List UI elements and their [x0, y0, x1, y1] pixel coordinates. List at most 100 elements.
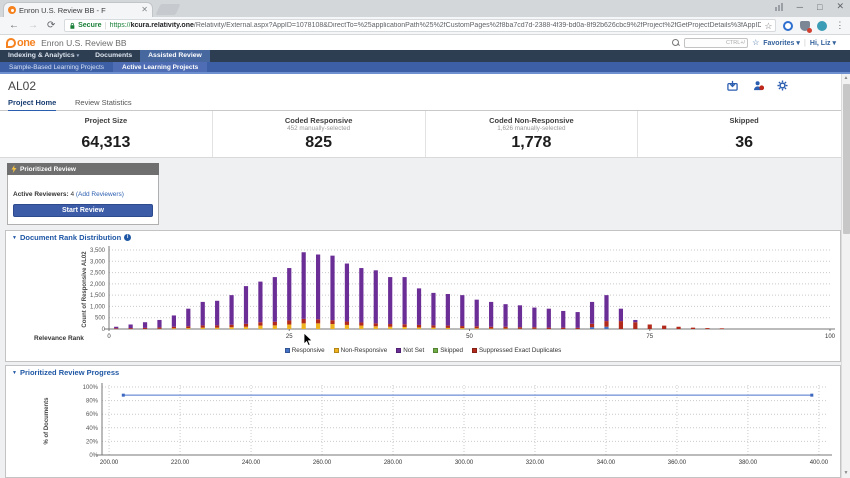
bar-segment-suppressed — [244, 324, 248, 327]
legend-swatch — [334, 348, 339, 353]
search-icon[interactable] — [672, 39, 680, 47]
tab-review-statistics[interactable]: Review Statistics — [75, 98, 132, 110]
workspace-title: Enron U.S. Review BB — [41, 38, 127, 48]
bar-segment-non_responsive — [273, 325, 277, 329]
browser-tab[interactable]: Enron U.S. Review BB - F ✕ — [3, 2, 153, 17]
info-icon[interactable]: i — [124, 234, 131, 241]
rank-distribution-section: ▼ Document Rank Distribution i 05001,000… — [5, 230, 841, 362]
bar-segment-not_set — [215, 301, 219, 326]
window-close-button[interactable]: ✕ — [836, 1, 844, 12]
bar-segment-not_set — [273, 277, 277, 322]
settings-gear-icon[interactable] — [777, 80, 788, 91]
bar-segment-suppressed — [561, 328, 565, 329]
window-minimize-button[interactable]: ─ — [797, 2, 803, 12]
window-maximize-button[interactable]: □ — [817, 2, 822, 12]
address-bar[interactable]: Secure | https://kcura.relativity.one/Re… — [64, 19, 776, 32]
legend-label: Responsive — [292, 347, 325, 354]
nav-indexing-analytics[interactable]: Indexing & Analytics▾ — [0, 50, 87, 62]
bar-segment-suppressed — [114, 328, 118, 329]
user-menu[interactable]: Hi, Liz ▾ — [810, 39, 836, 47]
extension-globe-icon[interactable] — [817, 21, 827, 31]
tab-close-icon[interactable]: ✕ — [141, 6, 148, 14]
bar-segment-non_responsive — [302, 323, 306, 329]
y-tick-label: 1,000 — [90, 304, 106, 310]
extension-shield-icon[interactable] — [800, 21, 810, 31]
bar-segment-non_responsive — [431, 328, 435, 329]
bar-segment-not_set — [547, 309, 551, 328]
forward-button[interactable]: → — [28, 21, 38, 31]
bar-segment-not_set — [345, 264, 349, 322]
extension-ring-icon[interactable] — [783, 21, 793, 31]
review-progress-header[interactable]: ▼ Prioritized Review Progress — [6, 366, 840, 377]
legend-swatch — [396, 348, 401, 353]
scroll-down-icon[interactable]: ▼ — [842, 469, 850, 478]
bar-segment-not_set — [403, 277, 407, 324]
bar-segment-not_set — [316, 255, 320, 320]
subnav-active-learning[interactable]: Active Learning Projects — [113, 62, 207, 72]
bar-segment-not_set — [114, 327, 118, 329]
legend-label: Non-Responsive — [341, 347, 388, 354]
x-tick-label: 240.00 — [242, 460, 261, 466]
bar-segment-non_responsive — [374, 326, 378, 329]
bar-segment-suppressed — [720, 328, 724, 329]
bar-segment-not_set — [590, 302, 594, 324]
bar-segment-suppressed — [576, 328, 580, 329]
bar-segment-suppressed — [172, 327, 176, 329]
scrollbar-thumb[interactable] — [843, 84, 850, 234]
y-tick-label: 20% — [86, 439, 99, 445]
new-tab-button[interactable] — [155, 4, 180, 15]
logo-text: one — [17, 37, 35, 49]
collapse-icon[interactable]: ▼ — [12, 235, 17, 241]
bar-segment-suppressed — [316, 319, 320, 323]
widget-title: Prioritized Review — [20, 166, 76, 173]
stat-label: Skipped — [638, 116, 850, 125]
favorites-star-icon[interactable]: ☆ — [752, 38, 759, 47]
scroll-up-icon[interactable]: ▲ — [842, 74, 850, 83]
widget-header[interactable]: Prioritized Review — [7, 163, 159, 175]
rank-distribution-header[interactable]: ▼ Document Rank Distribution i — [6, 231, 840, 242]
bar-segment-suppressed — [143, 328, 147, 329]
bar-segment-suppressed — [403, 324, 407, 327]
bar-segment-suppressed — [330, 320, 334, 324]
add-reviewers-link[interactable]: (Add Reviewers) — [76, 191, 124, 198]
back-button[interactable]: ← — [9, 21, 19, 31]
bar-segment-not_set — [359, 268, 363, 322]
y-tick-label: 3,000 — [90, 259, 106, 265]
nav-assisted-review[interactable]: Assisted Review — [140, 50, 210, 62]
favorites-menu[interactable]: Favorites ▾ — [763, 39, 800, 47]
stat-coded-responsive: Coded Responsive 452 manually-selected 8… — [212, 111, 425, 157]
page-scrollbar[interactable]: ▲ ▼ — [841, 74, 850, 478]
lightning-bolt-icon — [11, 165, 17, 173]
bar-segment-non_responsive — [172, 328, 176, 329]
export-icon[interactable] — [727, 80, 738, 91]
browser-menu-icon[interactable]: ⋮ — [835, 20, 844, 31]
x-tick-label: 340.00 — [597, 460, 616, 466]
legend-swatch — [285, 348, 290, 353]
stat-sublabel: 452 manually-selected — [213, 125, 425, 133]
bar-segment-suppressed — [388, 324, 392, 327]
x-tick-label: 75 — [646, 334, 653, 340]
reviewers-alert-icon[interactable] — [753, 80, 764, 91]
bar-segment-not_set — [302, 252, 306, 319]
bar-segment-suppressed — [662, 326, 666, 329]
legend-label: Skipped — [440, 347, 463, 354]
bar-segment-non_responsive — [201, 328, 205, 329]
legend-item: Suppressed Exact Duplicates — [472, 347, 561, 354]
bar-segment-suppressed — [676, 327, 680, 329]
tab-project-home[interactable]: Project Home — [8, 98, 56, 112]
x-tick-label: 220.00 — [171, 460, 190, 466]
x-tick-label: 50 — [466, 334, 473, 340]
active-reviewers-line: Active Reviewers: 4 (Add Reviewers) — [13, 191, 153, 198]
bookmark-star-icon[interactable]: ☆ — [764, 21, 772, 32]
section-title: Document Rank Distribution — [20, 233, 121, 242]
refresh-button[interactable]: ⟳ — [47, 21, 55, 31]
search-input[interactable]: CTRL+/ — [684, 38, 748, 48]
review-progress-section: ▼ Prioritized Review Progress 200.00220.… — [5, 365, 841, 478]
bar-segment-not_set — [330, 256, 334, 321]
collapse-icon[interactable]: ▼ — [12, 370, 17, 376]
subnav-sample-based[interactable]: Sample-Based Learning Projects — [0, 62, 113, 72]
start-review-button[interactable]: Start Review — [13, 204, 153, 217]
app-header: one Enron U.S. Review BB CTRL+/ ☆ Favori… — [0, 35, 850, 50]
bar-segment-non_responsive — [475, 328, 479, 329]
nav-documents[interactable]: Documents — [87, 50, 140, 62]
